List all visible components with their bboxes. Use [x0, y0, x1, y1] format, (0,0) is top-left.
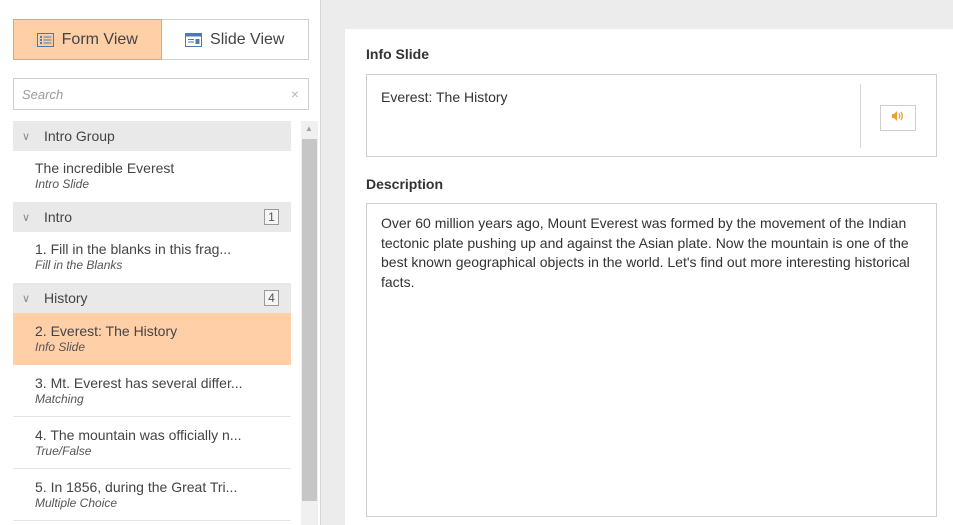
clear-search-icon[interactable]: × — [291, 86, 299, 102]
item-type: Fill in the Blanks — [35, 258, 123, 272]
slide-view-label: Slide View — [210, 30, 285, 48]
form-view-button[interactable]: Form View — [13, 19, 162, 60]
list-item[interactable]: 3. Mt. Everest has several differ... Mat… — [13, 365, 291, 417]
slide-icon — [185, 32, 203, 47]
slide-view-button[interactable]: Slide View — [161, 20, 308, 59]
group-count-badge: 1 — [264, 209, 279, 225]
chevron-down-icon[interactable]: ∨ — [22, 211, 36, 224]
search-box: × — [13, 78, 309, 110]
title-field[interactable]: Everest: The History — [366, 74, 937, 157]
item-type: True/False — [35, 444, 92, 458]
item-type: Intro Slide — [35, 177, 90, 191]
list-form-icon — [36, 32, 54, 47]
group-label: History — [44, 290, 88, 306]
title-value[interactable]: Everest: The History — [381, 89, 508, 105]
item-title: 5. In 1856, during the Great Tri... — [35, 479, 238, 495]
title-label: Info Slide — [366, 46, 429, 62]
group-count-badge: 4 — [264, 290, 279, 306]
list-item[interactable]: 4. The mountain was officially n... True… — [13, 417, 291, 469]
scroll-up-icon[interactable]: ▲ — [305, 124, 313, 133]
item-title: 4. The mountain was officially n... — [35, 427, 242, 443]
scrollbar-thumb[interactable] — [302, 139, 317, 501]
view-toggle: Form View Slide View — [13, 19, 309, 60]
item-type: Multiple Choice — [35, 496, 118, 510]
item-title: 2. Everest: The History — [35, 323, 178, 339]
chevron-down-icon[interactable]: ∨ — [22, 292, 36, 305]
speaker-icon — [891, 109, 905, 127]
item-title: The incredible Everest — [35, 160, 175, 176]
divider — [860, 84, 861, 148]
list-item-selected[interactable]: 2. Everest: The History Info Slide — [13, 313, 291, 365]
group-history[interactable]: ∨ History 4 — [13, 283, 291, 313]
description-label: Description — [366, 176, 444, 192]
list-item[interactable]: 5. In 1856, during the Great Tri... Mult… — [13, 469, 291, 521]
audio-button[interactable] — [880, 105, 916, 131]
group-label: Intro — [44, 209, 73, 225]
search-input[interactable] — [14, 79, 274, 109]
chevron-down-icon[interactable]: ∨ — [22, 130, 36, 143]
item-type: Info Slide — [35, 340, 86, 354]
group-label: Intro Group — [44, 128, 115, 144]
group-intro-group[interactable]: ∨ Intro Group — [13, 121, 291, 151]
tree-scrollbar[interactable]: ▲ — [301, 121, 318, 525]
list-item[interactable]: 1. Fill in the blanks in this frag... Fi… — [13, 232, 291, 283]
item-title: 1. Fill in the blanks in this frag... — [35, 241, 232, 257]
list-item[interactable]: The incredible Everest Intro Slide — [13, 151, 291, 202]
item-title: 3. Mt. Everest has several differ... — [35, 375, 243, 391]
slide-tree: ∨ Intro Group The incredible Everest Int… — [13, 121, 291, 525]
left-panel: Form View Slide View × ∨ Intro Group The… — [0, 0, 320, 525]
panel-divider — [320, 0, 321, 525]
slide-editor: Info Slide Everest: The History Descript… — [345, 29, 953, 525]
item-type: Matching — [35, 392, 84, 406]
description-field[interactable]: Over 60 million years ago, Mount Everest… — [366, 203, 937, 517]
group-intro[interactable]: ∨ Intro 1 — [13, 202, 291, 232]
form-view-label: Form View — [61, 30, 138, 48]
